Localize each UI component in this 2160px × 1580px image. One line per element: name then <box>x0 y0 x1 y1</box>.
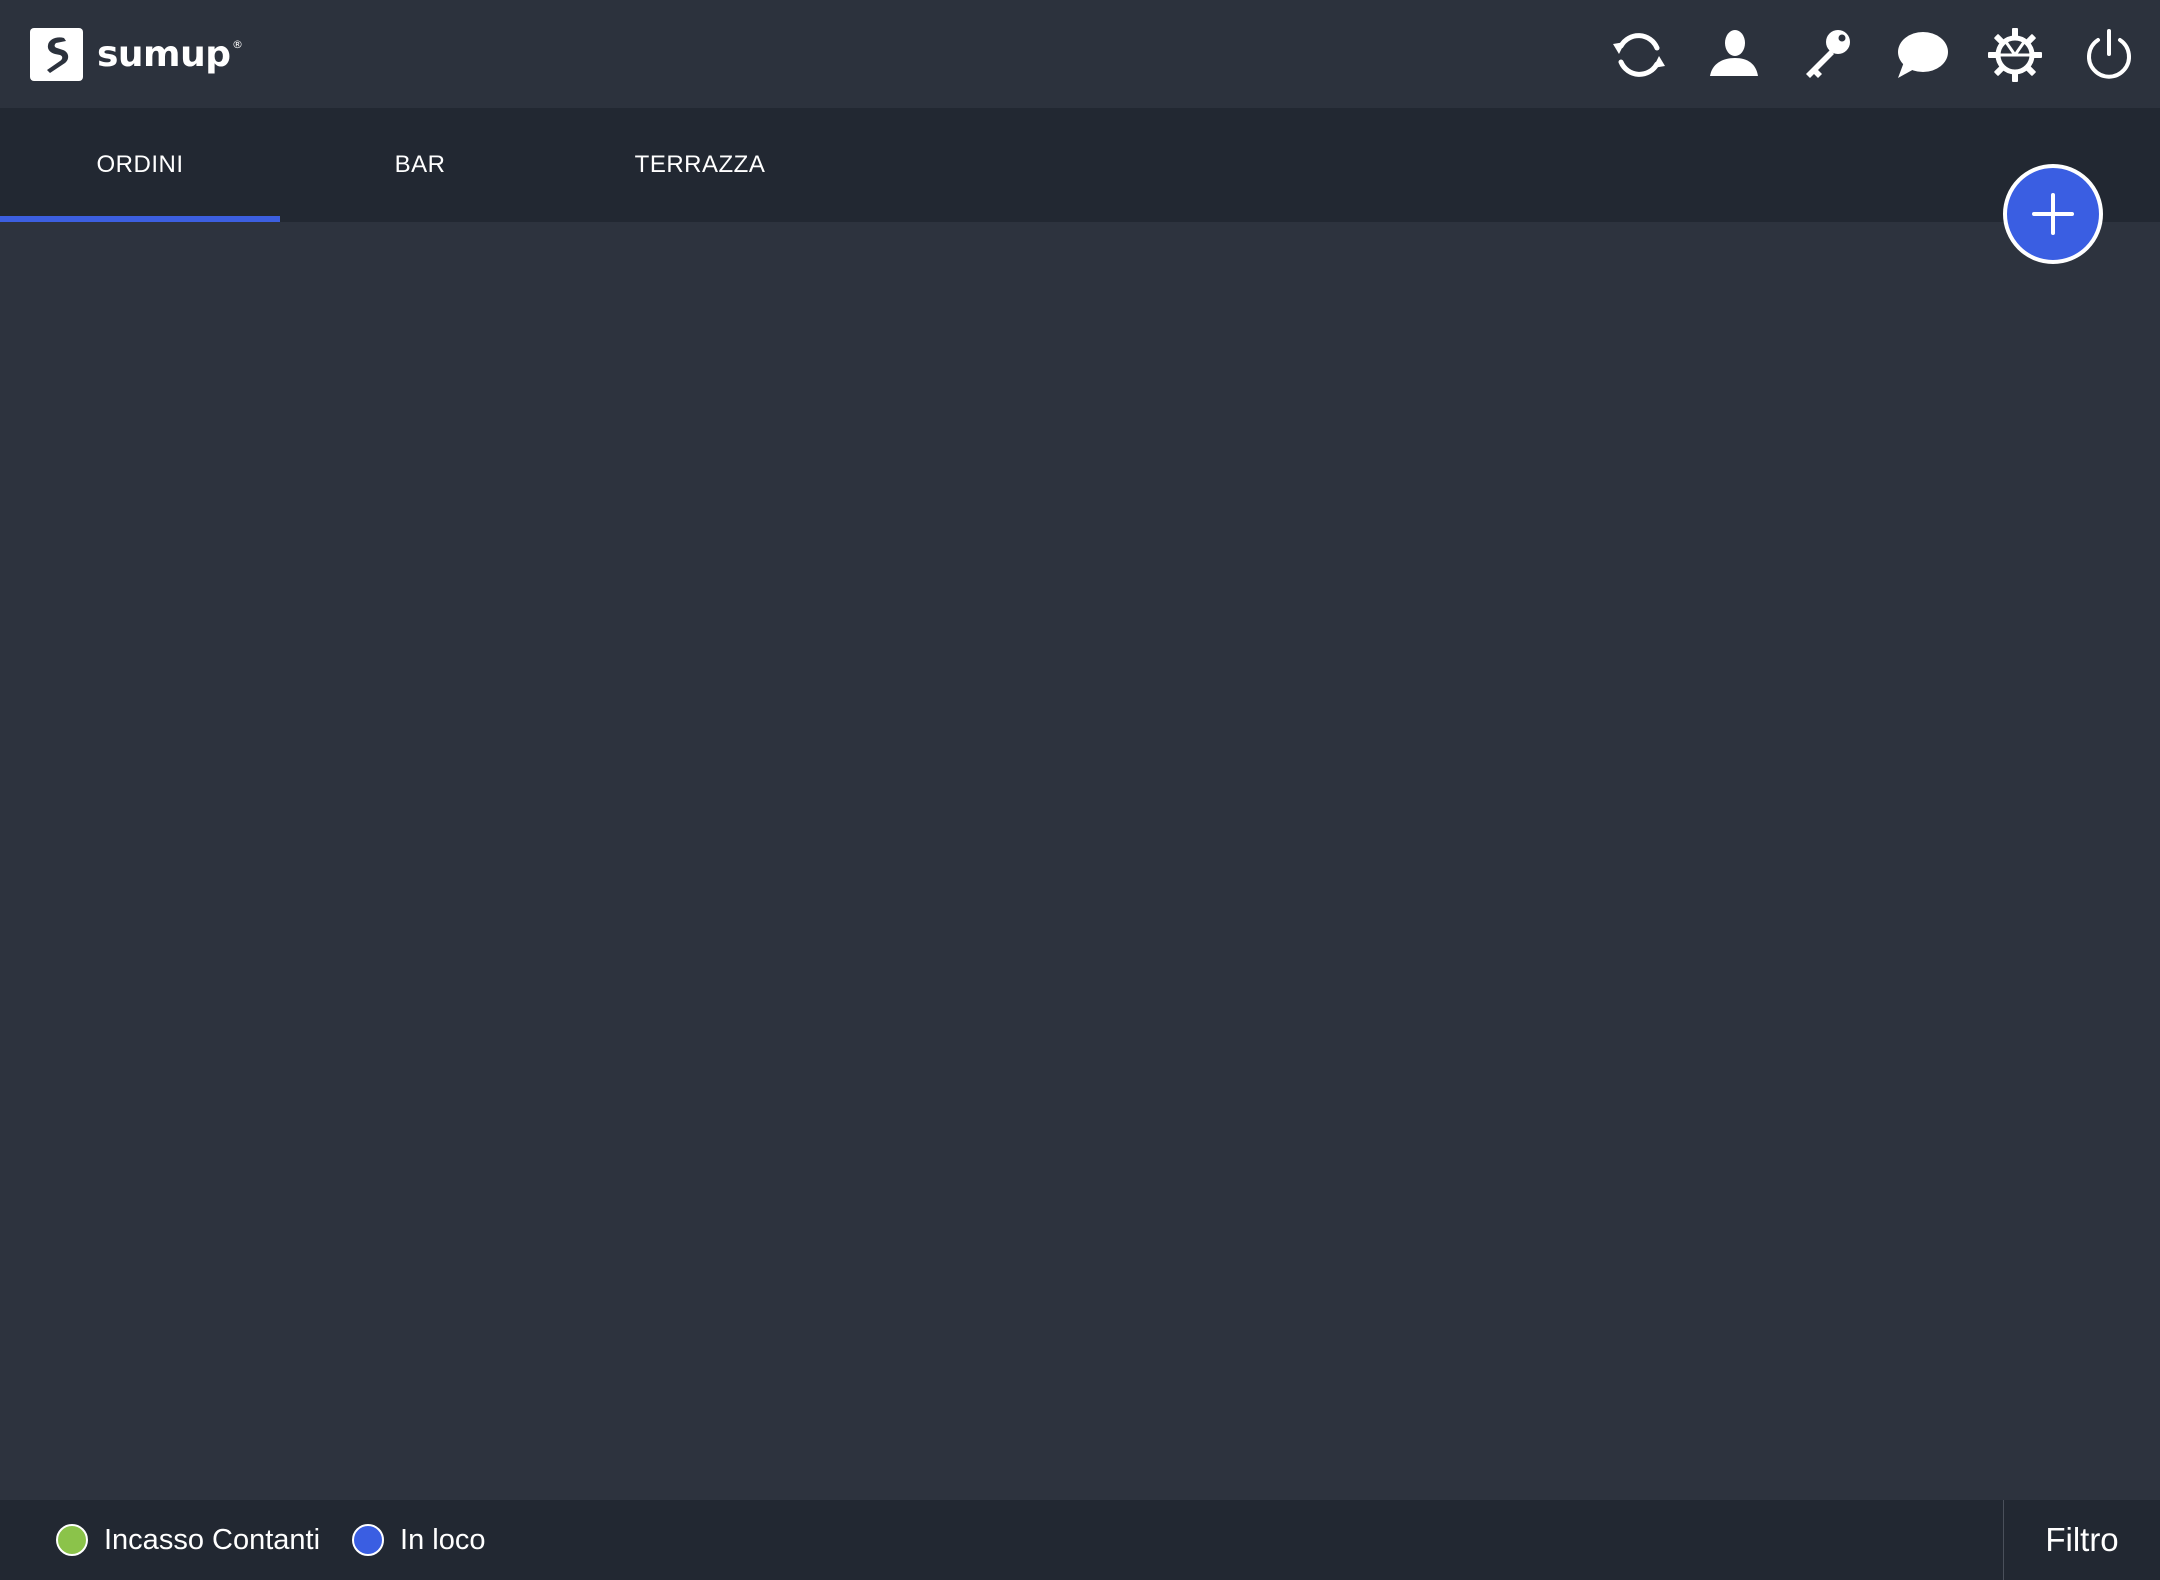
header-toolbar <box>1576 24 2140 86</box>
power-icon[interactable] <box>2078 24 2140 86</box>
sumup-logo-text: sumup ® <box>97 34 243 75</box>
tab-terrazza[interactable]: TERRAZZA <box>560 108 840 222</box>
tab-label: TERRAZZA <box>634 151 766 178</box>
legend-item-incasso-contanti: Incasso Contanti <box>56 1524 320 1557</box>
sumup-logo: sumup ® <box>30 28 243 81</box>
legend-label: In loco <box>400 1523 486 1556</box>
tab-bar: ORDINI BAR TERRAZZA <box>0 108 2160 222</box>
filter-label: Filtro <box>2045 1521 2119 1558</box>
tab-label: ORDINI <box>96 151 184 178</box>
legend-dot-blue <box>352 1524 385 1556</box>
footer-bar: Incasso Contanti In loco Filtro <box>0 1500 2160 1580</box>
tab-label: BAR <box>394 151 446 178</box>
add-button[interactable] <box>2003 164 2103 264</box>
key-icon[interactable] <box>1796 24 1858 86</box>
chat-icon[interactable] <box>1890 24 1952 86</box>
sync-icon[interactable] <box>1608 24 1670 86</box>
plus-icon <box>2032 193 2074 235</box>
tab-ordini[interactable]: ORDINI <box>0 108 280 222</box>
filter-button[interactable]: Filtro <box>2003 1500 2160 1580</box>
legend-item-in-loco: In loco <box>352 1524 485 1557</box>
top-header: sumup ® <box>0 0 2160 108</box>
legend: Incasso Contanti In loco <box>56 1524 517 1557</box>
sumup-logo-mark-icon <box>30 28 83 81</box>
orders-content-area <box>0 222 2160 1500</box>
user-icon[interactable] <box>1702 24 1764 86</box>
legend-label: Incasso Contanti <box>104 1523 321 1556</box>
gear-icon[interactable] <box>1984 24 2046 86</box>
tab-bar-area[interactable]: BAR <box>280 108 560 222</box>
legend-dot-green <box>56 1524 88 1556</box>
